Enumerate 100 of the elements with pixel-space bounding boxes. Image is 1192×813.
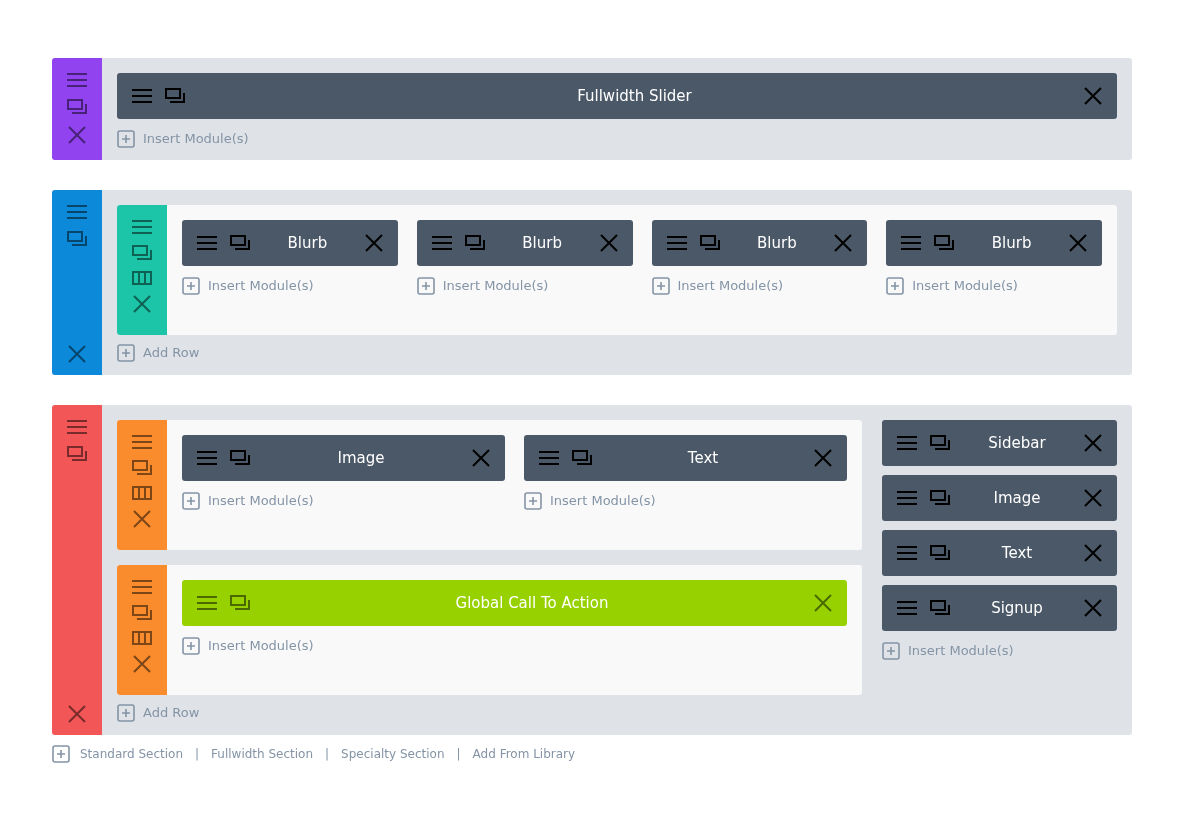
close-icon[interactable] bbox=[1084, 434, 1102, 452]
separator: | bbox=[194, 746, 201, 763]
menu-icon[interactable] bbox=[132, 434, 152, 450]
add-section-link[interactable]: Standard Section bbox=[80, 745, 183, 763]
duplicate-icon[interactable] bbox=[230, 595, 250, 611]
separator: | bbox=[324, 746, 331, 763]
module-bar[interactable]: Image bbox=[882, 475, 1117, 521]
module-bar[interactable]: Blurb bbox=[651, 220, 868, 266]
menu-icon[interactable] bbox=[132, 579, 152, 595]
plus-icon[interactable] bbox=[651, 277, 670, 295]
columns-icon[interactable] bbox=[132, 631, 152, 645]
insert-module-link[interactable]: Insert Module(s) bbox=[182, 636, 314, 656]
menu-icon[interactable] bbox=[132, 88, 152, 104]
insert-module-link[interactable]: Insert Module(s) bbox=[882, 641, 1014, 661]
plus-icon[interactable] bbox=[524, 492, 542, 510]
menu-icon[interactable] bbox=[67, 419, 87, 435]
duplicate-icon[interactable] bbox=[132, 605, 152, 621]
insert-module-link[interactable]: Insert Module(s) bbox=[651, 276, 784, 296]
close-icon[interactable] bbox=[1084, 599, 1102, 617]
duplicate-icon[interactable] bbox=[132, 245, 152, 261]
duplicate-icon[interactable] bbox=[930, 545, 950, 561]
menu-icon[interactable] bbox=[67, 72, 87, 88]
duplicate-icon[interactable] bbox=[464, 235, 485, 251]
module-bar[interactable]: Blurb bbox=[416, 220, 633, 266]
duplicate-icon[interactable] bbox=[934, 235, 955, 251]
close-icon[interactable] bbox=[364, 234, 383, 252]
plus-icon[interactable] bbox=[117, 344, 135, 362]
add-row-link[interactable]: Add Row bbox=[117, 343, 200, 363]
close-icon[interactable] bbox=[133, 295, 151, 313]
menu-icon[interactable] bbox=[197, 595, 217, 611]
insert-module-link[interactable]: Insert Module(s) bbox=[182, 491, 314, 511]
close-icon[interactable] bbox=[834, 234, 853, 252]
module-title: Signup bbox=[991, 597, 1043, 619]
menu-icon[interactable] bbox=[897, 600, 917, 616]
plus-icon[interactable] bbox=[882, 642, 900, 660]
module-bar[interactable]: Blurb bbox=[182, 220, 398, 266]
add-row-link[interactable]: Add Row bbox=[117, 703, 200, 723]
add-section-link[interactable]: Add From Library bbox=[472, 745, 576, 763]
duplicate-icon[interactable] bbox=[930, 600, 950, 616]
plus-icon[interactable] bbox=[117, 704, 135, 722]
close-icon[interactable] bbox=[599, 234, 618, 252]
module-bar[interactable]: Blurb bbox=[886, 220, 1102, 266]
duplicate-icon[interactable] bbox=[572, 450, 592, 466]
module-bar[interactable]: Signup bbox=[882, 585, 1117, 631]
close-icon[interactable] bbox=[814, 594, 832, 612]
plus-icon[interactable] bbox=[416, 277, 435, 295]
module-bar[interactable]: Text bbox=[524, 435, 847, 481]
columns-icon[interactable] bbox=[132, 486, 152, 500]
menu-icon[interactable] bbox=[132, 219, 152, 235]
module-title: Text bbox=[687, 447, 719, 469]
insert-module-link[interactable]: Insert Module(s) bbox=[182, 276, 314, 296]
close-icon[interactable] bbox=[1069, 234, 1087, 252]
plus-icon[interactable] bbox=[182, 637, 200, 655]
duplicate-icon[interactable] bbox=[930, 490, 950, 506]
plus-icon[interactable] bbox=[886, 277, 905, 295]
insert-module-link[interactable]: Insert Module(s) bbox=[416, 276, 549, 296]
menu-icon[interactable] bbox=[666, 235, 687, 251]
close-icon[interactable] bbox=[472, 449, 490, 467]
close-icon[interactable] bbox=[68, 705, 86, 723]
insert-module-link[interactable]: Insert Module(s) bbox=[886, 276, 1018, 296]
menu-icon[interactable] bbox=[897, 545, 917, 561]
insert-module-link[interactable]: Insert Module(s) bbox=[117, 129, 249, 149]
module-bar[interactable]: Sidebar bbox=[882, 420, 1117, 466]
module-bar[interactable]: Text bbox=[882, 530, 1117, 576]
close-icon[interactable] bbox=[1084, 489, 1102, 507]
close-icon[interactable] bbox=[1084, 544, 1102, 562]
plus-icon[interactable] bbox=[52, 745, 70, 763]
menu-icon[interactable] bbox=[901, 235, 922, 251]
duplicate-icon[interactable] bbox=[230, 450, 250, 466]
duplicate-icon[interactable] bbox=[67, 99, 87, 115]
module-bar[interactable]: Image bbox=[182, 435, 505, 481]
plus-icon[interactable] bbox=[182, 277, 200, 295]
menu-icon[interactable] bbox=[67, 204, 87, 220]
menu-icon[interactable] bbox=[197, 235, 217, 251]
columns-icon[interactable] bbox=[132, 271, 152, 285]
plus-icon[interactable] bbox=[182, 492, 200, 510]
insert-module-link[interactable]: Insert Module(s) bbox=[524, 491, 656, 511]
close-icon[interactable] bbox=[133, 655, 151, 673]
duplicate-icon[interactable] bbox=[930, 435, 950, 451]
duplicate-icon[interactable] bbox=[165, 88, 185, 104]
duplicate-icon[interactable] bbox=[230, 235, 250, 251]
close-icon[interactable] bbox=[133, 510, 151, 528]
menu-icon[interactable] bbox=[897, 435, 917, 451]
close-icon[interactable] bbox=[1084, 87, 1102, 105]
add-section-link[interactable]: Fullwidth Section bbox=[211, 745, 314, 763]
menu-icon[interactable] bbox=[539, 450, 559, 466]
module-bar[interactable]: Global Call To Action bbox=[182, 580, 847, 626]
module-bar[interactable]: Fullwidth Slider bbox=[117, 73, 1117, 119]
plus-icon[interactable] bbox=[117, 130, 135, 148]
duplicate-icon[interactable] bbox=[67, 446, 87, 462]
menu-icon[interactable] bbox=[431, 235, 452, 251]
close-icon[interactable] bbox=[68, 345, 86, 363]
menu-icon[interactable] bbox=[197, 450, 217, 466]
duplicate-icon[interactable] bbox=[699, 235, 720, 251]
menu-icon[interactable] bbox=[897, 490, 917, 506]
duplicate-icon[interactable] bbox=[132, 460, 152, 476]
duplicate-icon[interactable] bbox=[67, 231, 87, 247]
add-section-link[interactable]: Specialty Section bbox=[341, 745, 445, 763]
close-icon[interactable] bbox=[814, 449, 832, 467]
close-icon[interactable] bbox=[68, 126, 86, 144]
